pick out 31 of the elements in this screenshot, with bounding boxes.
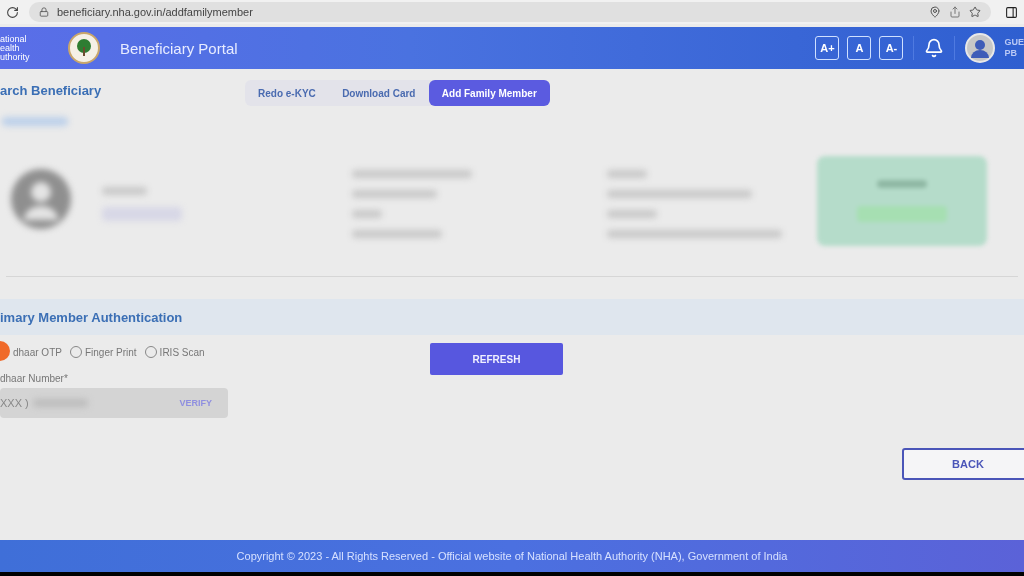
reload-icon[interactable] <box>6 5 19 19</box>
radio-label: Finger Print <box>84 346 137 358</box>
address-bar[interactable]: beneficiary.nha.gov.in/addfamilymember <box>29 2 991 22</box>
portal-title: Beneficiary Portal <box>120 39 239 57</box>
side-panel-icon[interactable] <box>1005 5 1018 19</box>
radio-label: IRIS Scan <box>159 346 205 358</box>
bookmark-icon[interactable] <box>969 6 981 18</box>
share-icon[interactable] <box>949 6 961 18</box>
user-code: PB <box>1004 48 1018 59</box>
redacted-label <box>2 117 68 126</box>
font-size-button[interactable]: A- <box>879 36 904 60</box>
refresh-button[interactable]: REFRESH <box>430 343 563 375</box>
lock-icon <box>39 7 49 17</box>
field-label: dhaar Number* <box>0 373 69 384</box>
emblem-icon <box>68 32 100 64</box>
location-icon[interactable] <box>929 6 941 18</box>
copyright-text: Copyright © 2023 - All Rights Reserved - Official website of National Health Authority (NHA), Government of India <box>236 550 788 562</box>
notification-bell-icon[interactable] <box>924 38 945 58</box>
tab[interactable]: Redo e-KYC <box>245 80 329 106</box>
tab[interactable]: Add Family Member <box>428 80 550 106</box>
radio-label: dhaar OTP <box>13 346 62 358</box>
authority-logo-text: ational ealth uthority <box>0 34 31 62</box>
section-title: imary Member Authentication <box>0 309 183 325</box>
tab[interactable]: Download Card <box>328 80 429 106</box>
page-title: arch Beneficiary <box>0 82 103 98</box>
user-avatar-icon[interactable] <box>965 33 996 63</box>
font-size-button[interactable]: A <box>847 36 872 60</box>
back-button[interactable]: BACK <box>902 448 1024 480</box>
profile-photo-icon <box>10 168 72 230</box>
font-size-button[interactable]: A+ <box>815 36 840 60</box>
user-name: GUE <box>1004 37 1024 48</box>
